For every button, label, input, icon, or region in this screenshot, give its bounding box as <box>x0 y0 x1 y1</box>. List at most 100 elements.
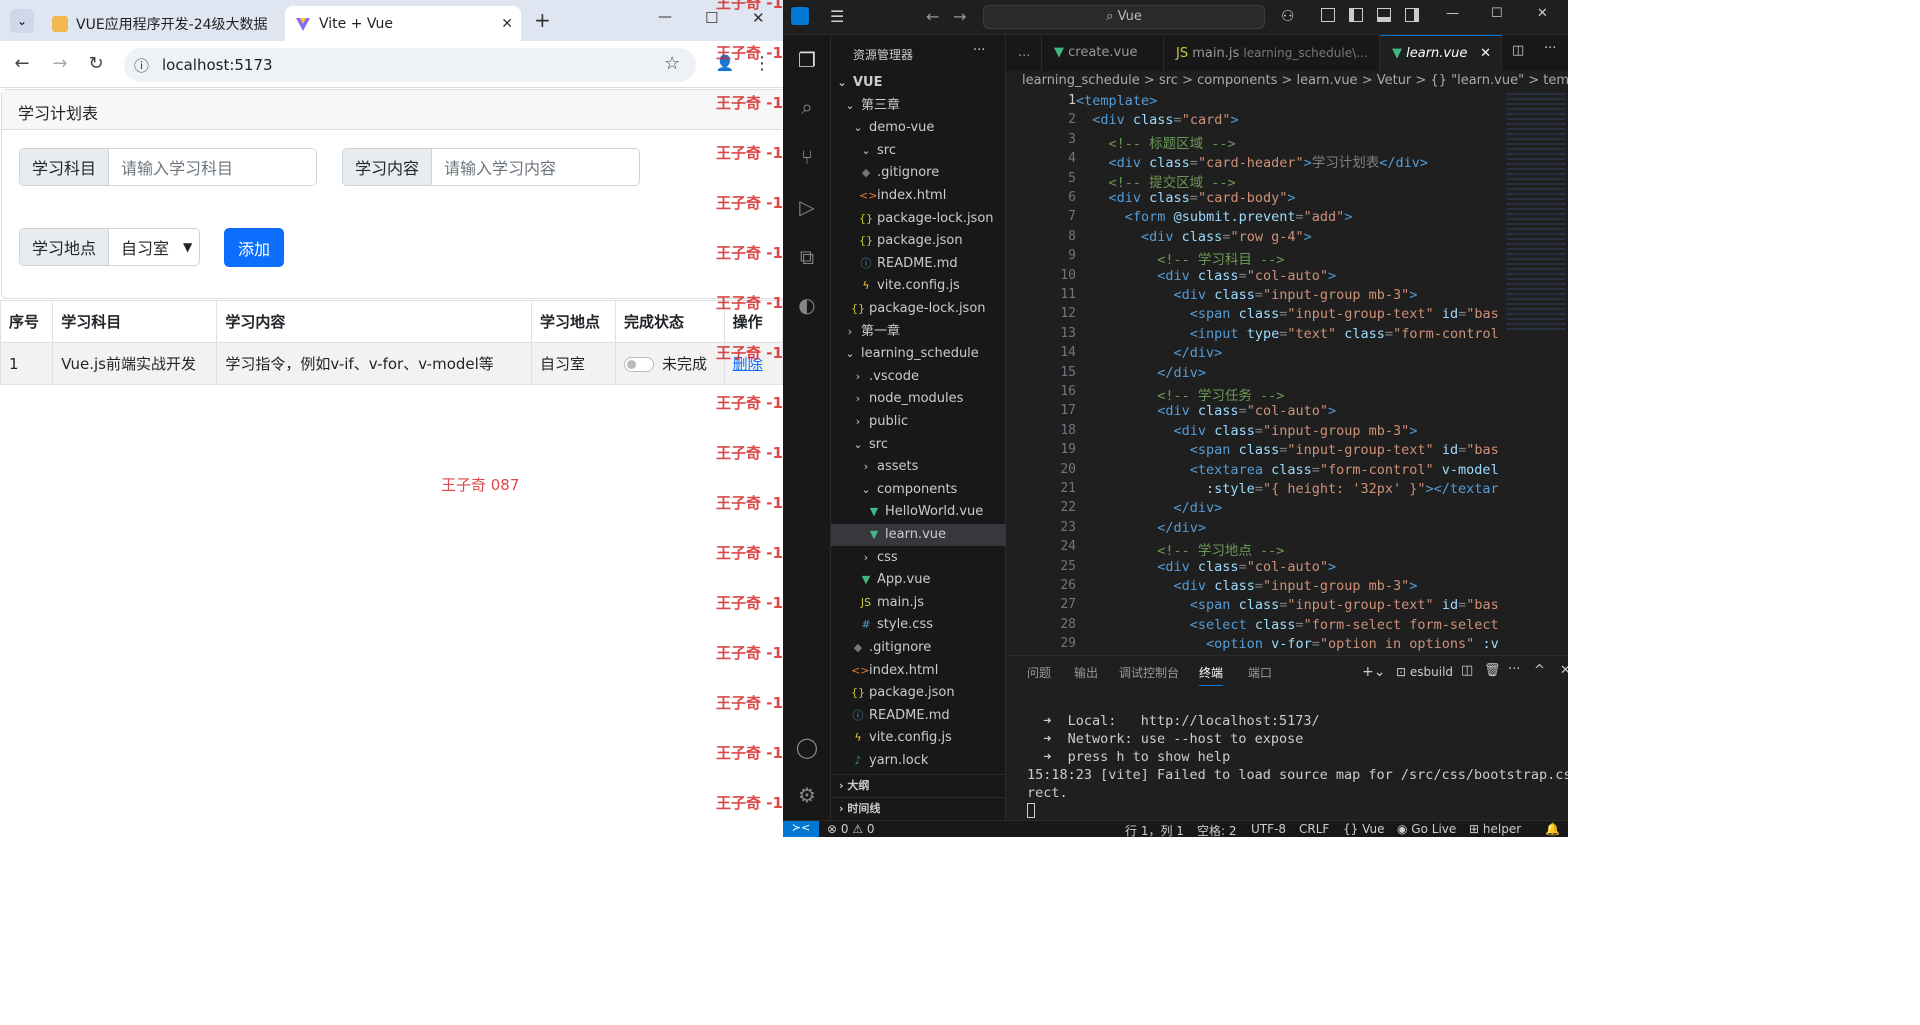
editor-tab-main-js[interactable]: JS main.js learning_schedule\... <box>1164 35 1380 71</box>
close-tab-icon[interactable]: ✕ <box>1480 36 1491 71</box>
site-info-icon[interactable]: ⓘ <box>134 55 149 76</box>
go-live-button[interactable]: ◉ Go Live <box>1397 822 1456 836</box>
editor-tab-overflow[interactable]: ... <box>1006 35 1042 71</box>
tree-item[interactable]: ▼ App.vue <box>831 569 1006 591</box>
cursor-position[interactable]: 行 1，列 1 <box>1125 822 1184 837</box>
language-mode[interactable]: {} Vue <box>1343 822 1384 836</box>
maximize-panel-icon[interactable]: ^ <box>1534 663 1545 678</box>
minimap[interactable] <box>1506 93 1566 333</box>
problems-count[interactable]: ⊗ 0 ⚠ 0 <box>827 822 875 836</box>
search-icon[interactable]: ⌕ <box>795 95 819 119</box>
forward-icon[interactable]: → <box>953 7 966 26</box>
timeline-section[interactable]: › 时间线 <box>831 797 1006 819</box>
tree-item[interactable]: › 第一章 <box>831 321 1006 343</box>
notifications-icon[interactable]: 🔔 <box>1545 822 1560 836</box>
tree-item[interactable]: <>index.html <box>831 660 1006 682</box>
tree-item[interactable]: › css <box>831 547 1006 569</box>
split-terminal-icon[interactable]: ◫ <box>1461 663 1473 678</box>
extensions-icon[interactable]: ⧉ <box>795 245 819 269</box>
tree-item[interactable]: ◆ .gitignore <box>831 637 1006 659</box>
run-debug-icon[interactable]: ▷ <box>795 195 819 219</box>
back-icon[interactable]: ← <box>10 53 34 74</box>
vscode-close-button[interactable]: ✕ <box>1537 6 1548 21</box>
explorer-icon[interactable]: ❐ <box>795 48 819 72</box>
helper-button[interactable]: ⊞ helper <box>1469 822 1521 836</box>
encoding[interactable]: UTF-8 <box>1251 822 1286 836</box>
tree-item[interactable]: ◆ .gitignore <box>831 162 1006 184</box>
toggle-panel-icon[interactable] <box>1377 8 1391 22</box>
panel-more-icon[interactable]: ··· <box>1508 662 1520 677</box>
editor-tab-learn-vue[interactable]: ▼ learn.vue ✕ <box>1380 35 1502 71</box>
toggle-secondary-sidebar-icon[interactable] <box>1405 8 1419 22</box>
remote-icon[interactable]: ≻< <box>783 821 819 837</box>
tree-item[interactable]: ⌄ src <box>831 434 1006 456</box>
more-actions-icon[interactable]: ··· <box>973 43 985 58</box>
account-icon[interactable]: ◯ <box>795 735 819 759</box>
panel-tab[interactable]: 输出 <box>1074 664 1098 681</box>
source-control-icon[interactable]: ⑂ <box>795 145 819 169</box>
edge-devtools-icon[interactable]: ◐ <box>795 293 819 317</box>
tree-item[interactable]: # style.css <box>831 614 1006 636</box>
tree-item[interactable]: {} package.json <box>831 682 1006 704</box>
subject-input[interactable]: 请输入学习科目 <box>109 149 316 185</box>
forward-icon[interactable]: → <box>48 53 72 74</box>
tree-item[interactable]: {} package-lock.json <box>831 208 1006 230</box>
content-textarea[interactable]: 请输入学习内容 <box>432 149 639 185</box>
editor-tab-create-vue[interactable]: ▼ create.vue <box>1042 35 1164 71</box>
line-ending[interactable]: CRLF <box>1299 822 1329 836</box>
close-panel-icon[interactable]: ✕ <box>1560 663 1568 678</box>
address-bar[interactable]: ⓘ localhost:5173 ☆ <box>124 48 696 82</box>
tree-item[interactable]: ⌄ 第三章 <box>831 95 1006 117</box>
command-search[interactable]: ⌕ Vue <box>983 5 1265 29</box>
tab-course[interactable]: VUE应用程序开发-24级大数据 <box>42 6 280 41</box>
panel-tab[interactable]: 问题 <box>1027 664 1051 681</box>
menu-icon[interactable]: ☰ <box>830 7 844 26</box>
split-editor-icon[interactable]: ◫ <box>1512 43 1524 58</box>
tree-item[interactable]: JS main.js <box>831 592 1006 614</box>
tree-item[interactable]: {} package-lock.json <box>831 298 1006 320</box>
tree-item[interactable]: ⌄ VUE <box>831 72 1006 94</box>
terminal-selector[interactable]: ⊡ esbuild <box>1396 665 1453 679</box>
tree-item[interactable]: › .vscode <box>831 366 1006 388</box>
back-icon[interactable]: ← <box>926 7 939 26</box>
tree-item[interactable]: › node_modules <box>831 388 1006 410</box>
tree-item[interactable]: ♪ yarn.lock <box>831 750 1006 772</box>
breadcrumb[interactable]: learning_schedule > src > components > l… <box>1022 73 1568 88</box>
tree-item[interactable]: <>index.html <box>831 185 1006 207</box>
outline-section[interactable]: › 大纲 <box>831 774 1006 796</box>
reload-icon[interactable]: ↻ <box>84 53 108 74</box>
tree-item[interactable]: ϟ vite.config.js <box>831 727 1006 749</box>
location-select[interactable]: 自习室 ▼ <box>109 229 199 265</box>
add-button[interactable]: 添加 <box>224 228 284 267</box>
settings-gear-icon[interactable]: ⚙ <box>795 783 819 807</box>
tree-item[interactable]: ⌄ demo-vue <box>831 117 1006 139</box>
new-terminal-icon[interactable]: +⌄ <box>1362 664 1385 680</box>
tree-item[interactable]: › assets <box>831 456 1006 478</box>
status-toggle[interactable] <box>623 357 654 372</box>
tree-item[interactable]: ⌄ src <box>831 140 1006 162</box>
vscode-maximize-button[interactable]: ☐ <box>1491 6 1503 21</box>
tree-item[interactable]: ⓘ README.md <box>831 253 1006 275</box>
tab-search-button[interactable]: ⌄ <box>10 9 34 33</box>
bookmark-star-icon[interactable]: ☆ <box>664 53 680 74</box>
editor-more-icon[interactable]: ··· <box>1544 41 1556 56</box>
tree-item[interactable]: {} package.json <box>831 230 1006 252</box>
tree-item[interactable]: ⌄ components <box>831 479 1006 501</box>
panel-tab[interactable]: 端口 <box>1248 664 1272 681</box>
indentation[interactable]: 空格: 2 <box>1197 822 1237 837</box>
tree-item[interactable]: › public <box>831 411 1006 433</box>
new-tab-button[interactable]: + <box>534 8 551 32</box>
tree-item[interactable]: ▼ learn.vue <box>831 524 1006 546</box>
tree-item[interactable]: ▼ HelloWorld.vue <box>831 501 1006 523</box>
minimize-button[interactable]: — <box>658 9 672 25</box>
layout-icon[interactable] <box>1321 8 1335 22</box>
tree-item[interactable]: ⌄ learning_schedule <box>831 343 1006 365</box>
copilot-icon[interactable]: ⚇ <box>1281 7 1294 25</box>
tab-vite-vue[interactable]: Vite + Vue ✕ <box>285 6 521 41</box>
trash-icon[interactable]: 🗑 <box>1484 663 1501 678</box>
toggle-sidebar-icon[interactable] <box>1349 8 1363 22</box>
tree-item[interactable]: ⓘ README.md <box>831 705 1006 727</box>
panel-tab[interactable]: 调试控制台 <box>1119 664 1179 681</box>
close-tab-icon[interactable]: ✕ <box>501 16 513 32</box>
tree-item[interactable]: ϟ vite.config.js <box>831 275 1006 297</box>
